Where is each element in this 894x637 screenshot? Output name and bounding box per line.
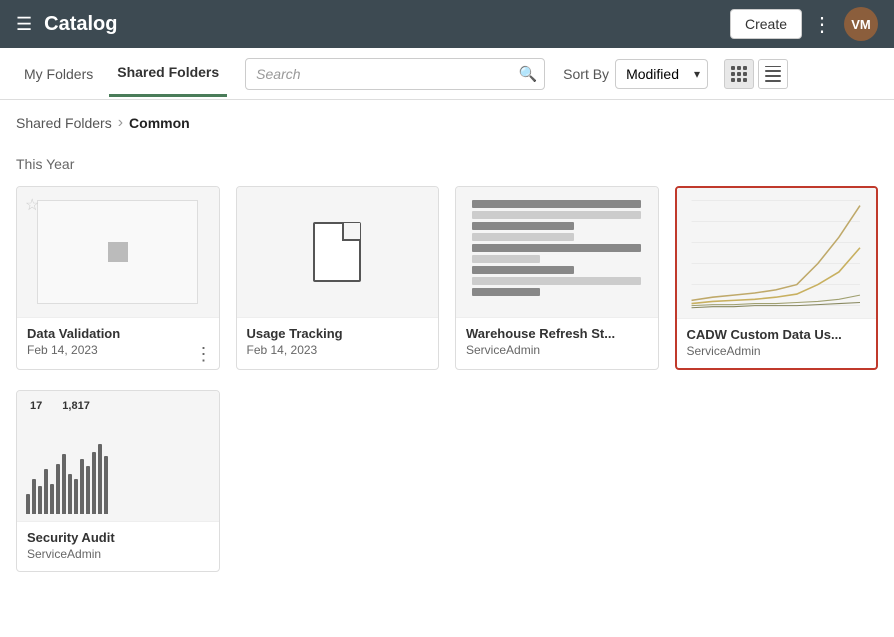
tab-my-folders[interactable]: My Folders [16,52,101,96]
stat-2: 1,817 [62,400,90,412]
card-cadw-custom[interactable]: CADW Custom Data Us... ServiceAdmin [675,186,879,370]
cards-row-2: 17 1,817 [16,390,878,572]
view-toggle [724,59,788,89]
card-meta: Feb 14, 2023 [27,343,209,357]
card-thumbnail-warehouse-refresh [456,187,658,317]
thumbnail-lines [466,194,647,311]
card-security-audit[interactable]: 17 1,817 [16,390,220,572]
security-stats: 17 1,817 [26,398,209,414]
card-name: Usage Tracking [247,326,429,341]
breadcrumb-current: Common [129,115,190,131]
search-container: 🔍 [245,58,545,90]
card-thumbnail-usage-tracking [237,187,439,317]
star-icon[interactable]: ☆ [25,195,39,215]
card-meta: Feb 14, 2023 [247,343,429,357]
subnav: My Folders Shared Folders 🔍 Sort By Modi… [0,48,894,100]
sort-label: Sort By [563,66,609,82]
stat-1: 17 [30,400,42,412]
card-thumbnail-cadw [677,188,877,318]
list-view-button[interactable] [758,59,788,89]
thumbnail-preview [37,200,198,304]
topbar: ☰ Catalog Create ⋮ VM [0,0,894,48]
more-options-icon[interactable]: ⋮ [812,12,832,37]
cards-row-1: ☆ Data Validation Feb 14, 2023 ⋮ Usage T… [16,186,878,370]
create-button[interactable]: Create [730,9,802,39]
tab-shared-folders[interactable]: Shared Folders [109,50,227,97]
card-info-security-audit: Security Audit ServiceAdmin [17,521,219,571]
document-icon [313,222,361,282]
card-data-validation[interactable]: ☆ Data Validation Feb 14, 2023 ⋮ [16,186,220,370]
card-usage-tracking[interactable]: Usage Tracking Feb 14, 2023 [236,186,440,370]
card-info-data-validation: Data Validation Feb 14, 2023 ⋮ [17,317,219,367]
breadcrumb-parent[interactable]: Shared Folders [16,115,112,131]
grid-icon [731,66,747,82]
card-info-cadw: CADW Custom Data Us... ServiceAdmin [677,318,877,368]
grid-view-button[interactable] [724,59,754,89]
avatar[interactable]: VM [844,7,878,41]
card-thumbnail-security-audit: 17 1,817 [17,391,219,521]
breadcrumb: Shared Folders › Common [0,100,894,136]
sort-by-label: Sort By Modified Name Created Type [563,59,708,89]
card-more-icon[interactable]: ⋮ [195,345,213,363]
card-name: CADW Custom Data Us... [687,327,867,342]
app-title: Catalog [44,13,730,36]
breadcrumb-separator: › [118,114,123,132]
card-warehouse-refresh[interactable]: Warehouse Refresh St... ServiceAdmin [455,186,659,370]
card-thumbnail-data-validation: ☆ [17,187,219,317]
sort-dropdown[interactable]: Modified Name Created Type [615,59,708,89]
line-chart-svg [681,188,871,318]
section-title: This Year [16,156,878,172]
content-area: This Year ☆ Data Validation Feb 14, 2023… [0,136,894,588]
card-name: Security Audit [27,530,209,545]
card-meta: ServiceAdmin [466,343,648,357]
thumbnail-placeholder [108,242,128,262]
card-name: Data Validation [27,326,209,341]
security-thumb-content: 17 1,817 [22,394,213,518]
card-meta: ServiceAdmin [687,344,867,358]
security-chart [26,417,209,514]
list-icon [765,66,781,82]
card-info-usage-tracking: Usage Tracking Feb 14, 2023 [237,317,439,367]
search-input[interactable] [245,58,545,90]
card-name: Warehouse Refresh St... [466,326,648,341]
card-info-warehouse-refresh: Warehouse Refresh St... ServiceAdmin [456,317,658,367]
menu-icon[interactable]: ☰ [16,14,32,35]
sort-select-wrap: Modified Name Created Type [615,59,708,89]
card-meta: ServiceAdmin [27,547,209,561]
search-icon: 🔍 [518,65,537,83]
